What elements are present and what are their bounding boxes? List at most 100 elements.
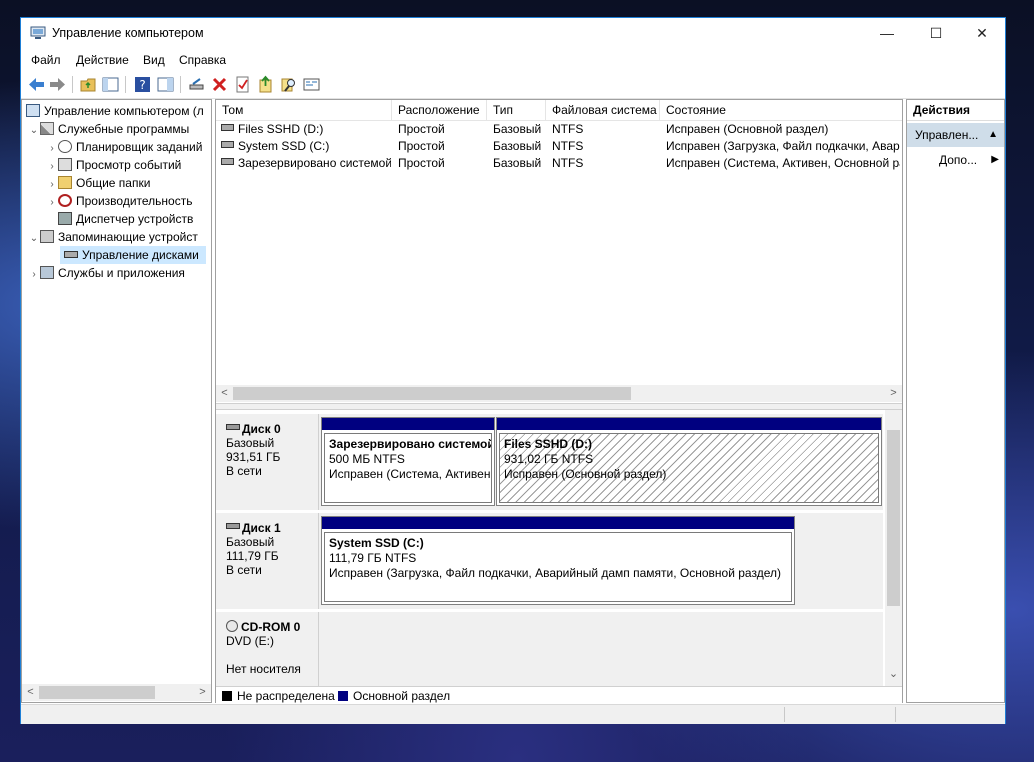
primary-partition-band [322,517,794,529]
tree-item-system-tools[interactable]: ⌄ Служебные программы [28,120,189,138]
properties-pane-icon[interactable] [156,75,175,94]
menu-action[interactable]: Действие [76,53,129,67]
status-divider [895,707,896,722]
tree-item-device-manager[interactable]: Диспетчер устройств [58,210,193,228]
search-icon[interactable] [279,75,298,94]
chevron-down-icon[interactable]: ⌄ [28,230,40,248]
event-viewer-icon [58,158,72,171]
disk-0-label[interactable]: Диск 0 Базовый 931,51 ГБ В сети [216,414,319,510]
disk-view-vertical-scrollbar[interactable]: ⌄ [885,410,902,686]
table-row[interactable]: Зарезервировано системой Простой Базовый… [216,155,902,172]
tree-label: Служебные программы [58,122,190,136]
status-cell: Исправен (Система, Активен, Основной ра [666,156,900,170]
volume-icon [221,124,234,131]
scrollbar-thumb[interactable] [233,387,631,400]
volume-name: System SSD (C:) [238,139,330,153]
cdrom-status: Нет носителя [226,662,301,676]
title-bar[interactable]: Управление компьютером — ☐ ✕ [21,18,1005,49]
tree-item-event-viewer[interactable]: › Просмотр событий [46,156,181,174]
tree-item-task-scheduler[interactable]: › Планировщик заданий [46,138,202,156]
primary-partition-band [322,418,494,430]
tree-item-storage[interactable]: ⌄ Запоминающие устройст [28,228,198,246]
scroll-right-icon[interactable]: > [885,385,902,402]
chevron-right-icon[interactable]: › [46,194,58,212]
performance-icon [58,194,72,207]
actions-more-label: Допо... [939,153,978,167]
actions-section-disk-management[interactable]: Управлен... ▲ [907,123,1004,147]
show-hide-tree-icon[interactable] [101,75,120,94]
cdrom-drive: DVD (E:) [226,634,274,648]
device-manager-icon [58,212,72,225]
up-folder-icon[interactable] [79,75,98,94]
column-header-status[interactable]: Состояние [660,100,902,120]
partition-system-ssd[interactable]: System SSD (C:) 111,79 ГБ NTFS Исправен … [321,516,795,605]
back-arrow-icon[interactable] [27,75,46,94]
actions-more[interactable]: Допо... ▶ [907,149,1004,171]
chevron-down-icon[interactable]: ⌄ [28,122,40,140]
partition-info: Files SSHD (D:) 931,02 ГБ NTFS Исправен … [499,433,879,503]
menu-view[interactable]: Вид [143,53,165,67]
delete-icon[interactable] [210,75,229,94]
disk-1-label[interactable]: Диск 1 Базовый 111,79 ГБ В сети [216,513,319,609]
disk-icon [226,523,240,529]
tree-item-performance[interactable]: › Производительность [46,192,192,210]
scrollbar-thumb[interactable] [39,686,155,699]
tree-item-shared-folders[interactable]: › Общие папки [46,174,150,192]
disk-type: Базовый [226,436,275,450]
disk-management-icon [64,251,78,258]
scroll-left-icon[interactable]: < [216,385,233,402]
maximize-button[interactable]: ☐ [913,18,959,49]
primary-partition-band [497,418,881,430]
close-button[interactable]: ✕ [959,18,1005,49]
column-header-file-system[interactable]: Файловая система [546,100,660,120]
submenu-arrow-icon: ▶ [991,154,999,165]
chevron-right-icon[interactable]: › [28,266,40,284]
layout-cell: Простой [398,156,445,170]
disk-size: 111,79 ГБ [226,549,279,563]
toolbar: ? [21,71,1005,99]
table-row[interactable]: Files SSHD (D:) Простой Базовый NTFS Исп… [216,121,902,138]
cdrom-0-label[interactable]: CD-ROM 0 DVD (E:) Нет носителя [216,612,319,686]
volume-list-horizontal-scrollbar[interactable]: < > [216,385,902,402]
forward-arrow-icon[interactable] [48,75,67,94]
tree-horizontal-scrollbar[interactable]: < > [22,684,211,701]
cdrom-0-area [319,612,883,686]
scroll-right-icon[interactable]: > [194,684,211,701]
tree-item-disk-management[interactable]: Управление дисками [60,246,206,264]
column-header-layout[interactable]: Расположение [392,100,487,120]
type-cell: Базовый [493,139,542,153]
volume-table-header: Том Расположение Тип Файловая система Со… [216,100,902,121]
disk-legend: Не распределена Основной раздел [216,686,902,703]
tree-label: Запоминающие устройст [58,230,198,244]
table-row[interactable]: System SSD (C:) Простой Базовый NTFS Исп… [216,138,902,155]
import-icon[interactable] [256,75,275,94]
pane-splitter[interactable] [216,403,902,410]
scroll-down-icon[interactable]: ⌄ [885,666,902,683]
check-properties-icon[interactable] [233,75,252,94]
disk-icon [226,424,240,430]
file-system-cell: NTFS [552,156,584,170]
collapse-up-icon[interactable]: ▲ [988,123,998,147]
connect-disk-icon[interactable] [187,75,206,94]
scroll-left-icon[interactable]: < [22,684,39,701]
partition-files-sshd[interactable]: Files SSHD (D:) 931,02 ГБ NTFS Исправен … [496,417,882,506]
scrollbar-thumb[interactable] [887,430,900,606]
storage-icon [40,230,54,243]
menu-file[interactable]: Файл [31,53,61,67]
column-header-type[interactable]: Тип [487,100,546,120]
actions-section-label: Управлен... [915,128,979,142]
help-icon[interactable]: ? [133,75,152,94]
console-window-icon[interactable] [302,75,321,94]
column-header-volume[interactable]: Том [216,100,392,120]
computer-management-window: Управление компьютером — ☐ ✕ Файл Действ… [20,17,1006,724]
menu-help[interactable]: Справка [179,53,226,67]
legend-label: Не распределена [237,689,335,703]
tree-item-services-applications[interactable]: › Службы и приложения [28,264,185,282]
file-system-cell: NTFS [552,139,584,153]
minimize-button[interactable]: — [864,18,910,49]
legend-unallocated: Не распределена [222,689,335,703]
volume-cell: Зарезервировано системой [221,155,391,172]
tree-item-computer-management[interactable]: Управление компьютером (л [26,102,204,120]
partition-system-reserved[interactable]: Зарезервировано системой 500 МБ NTFS Исп… [321,417,495,506]
computer-management-icon [26,104,40,117]
